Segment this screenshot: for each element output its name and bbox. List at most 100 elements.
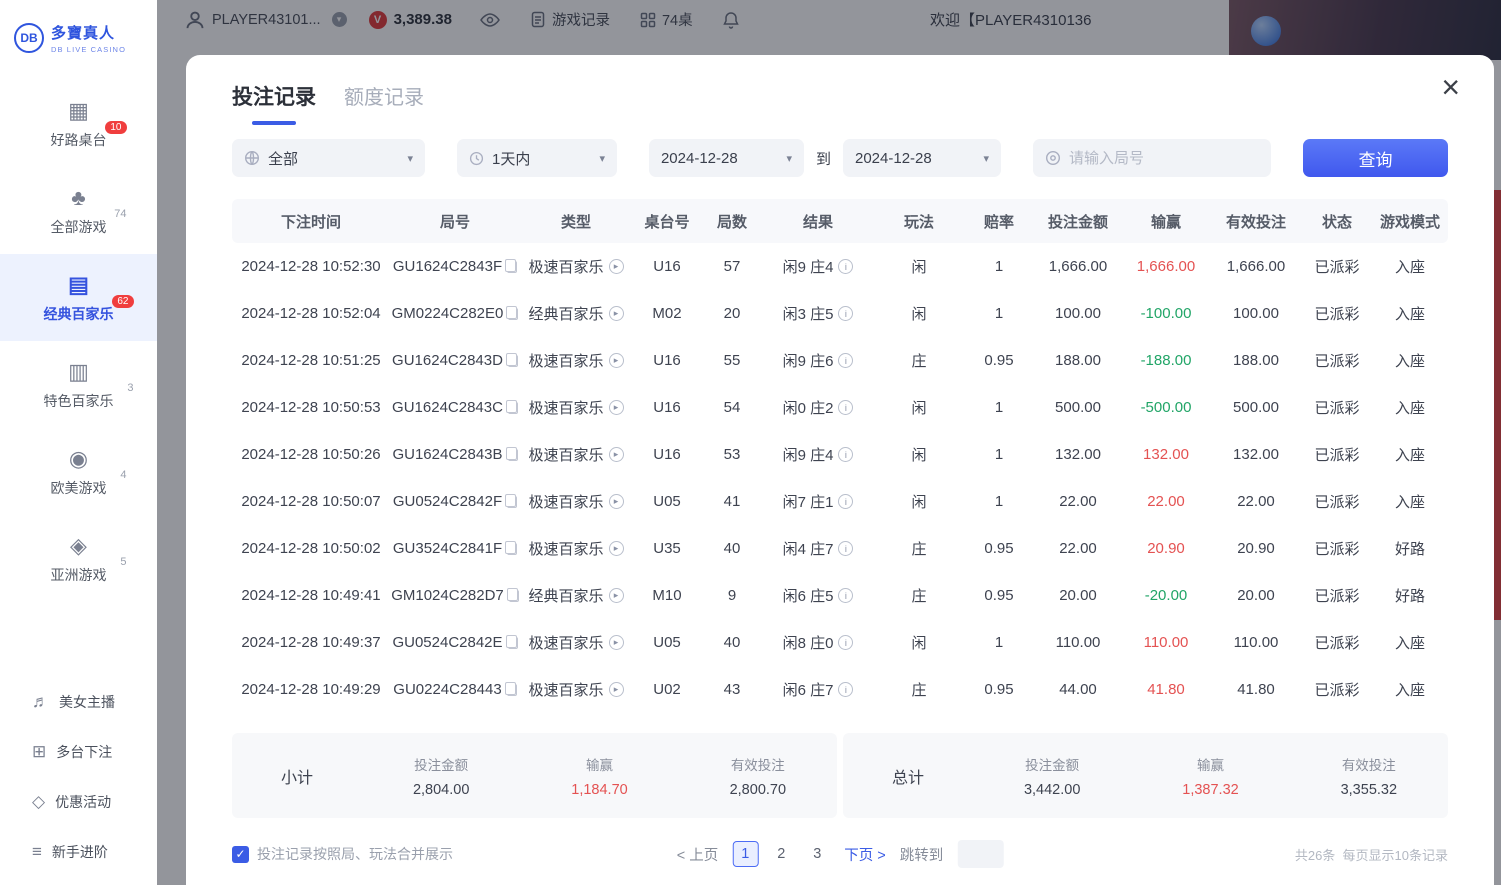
copy-icon[interactable]	[507, 496, 517, 508]
table-row: 2024-12-28 10:49:37 GU0524C2842E 极速百家乐 ▸…	[232, 619, 1448, 666]
replay-icon[interactable]: ▸	[609, 588, 624, 603]
subtotal-valid-value: 2,800.70	[679, 782, 837, 798]
cell-play-type: 庄	[874, 585, 964, 606]
clock-icon	[469, 151, 484, 166]
date-from-picker[interactable]: 2024-12-28 ▾	[649, 139, 804, 177]
cell-win-loss: 110.00	[1122, 634, 1210, 651]
cell-result: 闲6 庄5 i	[762, 585, 874, 606]
merge-records-checkbox[interactable]: ✓ 投注记录按照局、玩法合并展示	[232, 844, 453, 864]
page-button[interactable]: 3	[804, 841, 830, 867]
brand-logo[interactable]: DB 多寶真人 DB LIVE CASINO	[0, 0, 157, 54]
sidebar-item[interactable]: ⊞ 多台下注	[0, 727, 157, 777]
table-row: 2024-12-28 10:50:07 GU0524C2842F 极速百家乐 ▸…	[232, 478, 1448, 525]
replay-icon[interactable]: ▸	[609, 682, 624, 697]
sidebar-item[interactable]: ◇ 优惠活动	[0, 777, 157, 827]
info-icon[interactable]: i	[838, 588, 853, 603]
sidebar-item[interactable]: ♣ 全部游戏 74	[0, 167, 157, 254]
info-icon[interactable]: i	[838, 494, 853, 509]
cell-round-id: GM1024C282D7	[390, 587, 520, 604]
page-button[interactable]: 2	[768, 841, 794, 867]
cell-bet-time: 2024-12-28 10:51:25	[232, 352, 390, 369]
search-button[interactable]: 查询	[1303, 139, 1448, 177]
cell-round-id: GM0224C282E0	[390, 305, 520, 322]
copy-icon[interactable]	[508, 637, 518, 649]
checkbox-checked-icon[interactable]: ✓	[232, 846, 249, 863]
sidebar-item[interactable]: ◉ 欧美游戏 4	[0, 428, 157, 515]
copy-icon[interactable]	[507, 261, 517, 273]
category-icon	[244, 150, 260, 166]
info-icon[interactable]: i	[838, 306, 853, 321]
cell-table-no: U02	[632, 681, 702, 698]
copy-icon[interactable]	[508, 402, 518, 414]
cell-play-type: 闲	[874, 397, 964, 418]
cell-bet-amount: 500.00	[1034, 399, 1122, 416]
cell-bet-time: 2024-12-28 10:52:30	[232, 258, 390, 275]
replay-icon[interactable]: ▸	[609, 259, 624, 274]
cell-play-type: 庄	[874, 350, 964, 371]
cell-round-id: GU0524C2842F	[390, 493, 520, 510]
cell-odds: 0.95	[964, 352, 1034, 369]
replay-icon[interactable]: ▸	[609, 400, 624, 415]
info-icon[interactable]: i	[838, 635, 853, 650]
close-icon[interactable]: ×	[1441, 71, 1460, 103]
info-icon[interactable]: i	[838, 353, 853, 368]
info-icon[interactable]: i	[838, 682, 853, 697]
page-button[interactable]: 1	[732, 841, 758, 867]
modal-tab[interactable]: 投注记录	[232, 81, 316, 125]
info-icon[interactable]: i	[838, 541, 853, 556]
page-buttons: 1 2 3	[732, 841, 830, 867]
cell-game-mode: 好路	[1372, 585, 1448, 606]
round-id-search-field[interactable]	[1033, 139, 1271, 177]
modal-tabs: 投注记录 额度记录	[232, 55, 1448, 125]
sidebar-item[interactable]: ≡ 新手进阶	[0, 827, 157, 877]
jump-to-input[interactable]	[957, 840, 1003, 868]
cell-status: 已派彩	[1302, 491, 1372, 512]
replay-icon[interactable]: ▸	[609, 447, 624, 462]
category-dropdown[interactable]: 全部 ▾	[232, 139, 425, 177]
cell-odds: 1	[964, 493, 1034, 510]
copy-icon[interactable]	[508, 355, 518, 367]
cell-win-loss: -20.00	[1122, 587, 1210, 604]
subtotal-bet-label: 投注金额	[362, 754, 520, 774]
copy-icon[interactable]	[508, 449, 518, 461]
copy-icon[interactable]	[507, 543, 517, 555]
table-header-cell: 游戏模式	[1372, 211, 1448, 232]
replay-icon[interactable]: ▸	[609, 635, 624, 650]
info-icon[interactable]: i	[838, 259, 853, 274]
prev-page-button[interactable]: < 上页	[677, 844, 719, 865]
sidebar-item[interactable]: ▤ 经典百家乐 62	[0, 254, 157, 341]
cell-game-mode: 入座	[1372, 256, 1448, 277]
info-icon[interactable]: i	[838, 447, 853, 462]
sidebar-item[interactable]: ♬ 美女主播	[0, 677, 157, 727]
copy-icon[interactable]	[507, 684, 517, 696]
replay-icon[interactable]: ▸	[609, 306, 624, 321]
total-valid-label: 有效投注	[1290, 754, 1448, 774]
cell-table-no: U16	[632, 258, 702, 275]
date-range-dropdown[interactable]: 1天内 ▾	[457, 139, 617, 177]
table-header-cell: 有效投注	[1210, 211, 1302, 232]
filter-bar: 全部 ▾ 1天内 ▾ 2024-12-28 ▾ 到 2024-12-28 ▾	[232, 139, 1448, 177]
round-id-input[interactable]	[1069, 150, 1259, 167]
info-icon[interactable]: i	[838, 400, 853, 415]
cell-game-mode: 入座	[1372, 632, 1448, 653]
sidebar-item[interactable]: ▦ 好路桌台 10	[0, 80, 157, 167]
modal-tab[interactable]: 额度记录	[344, 81, 424, 124]
cell-game-type: 极速百家乐 ▸	[520, 350, 632, 371]
replay-icon[interactable]: ▸	[609, 494, 624, 509]
copy-icon[interactable]	[509, 590, 519, 602]
subtotal-win-label: 输赢	[520, 754, 678, 774]
replay-icon[interactable]: ▸	[609, 541, 624, 556]
date-to-picker[interactable]: 2024-12-28 ▾	[843, 139, 1001, 177]
sidebar-item[interactable]: ▥ 特色百家乐 3	[0, 341, 157, 428]
replay-icon[interactable]: ▸	[609, 353, 624, 368]
cell-status: 已派彩	[1302, 350, 1372, 371]
cell-round-count: 40	[702, 634, 762, 651]
table-header-cell: 输赢	[1122, 211, 1210, 232]
next-page-button[interactable]: 下页 >	[844, 844, 886, 865]
modal-footer: ✓ 投注记录按照局、玩法合并展示 < 上页 1 2 3 下页 > 跳转到	[232, 844, 1448, 864]
cell-status: 已派彩	[1302, 585, 1372, 606]
table-header-cell: 类型	[520, 211, 632, 232]
table-row: 2024-12-28 10:50:53 GU1624C2843C 极速百家乐 ▸…	[232, 384, 1448, 431]
sidebar-item[interactable]: ◈ 亚洲游戏 5	[0, 515, 157, 602]
copy-icon[interactable]	[508, 308, 518, 320]
